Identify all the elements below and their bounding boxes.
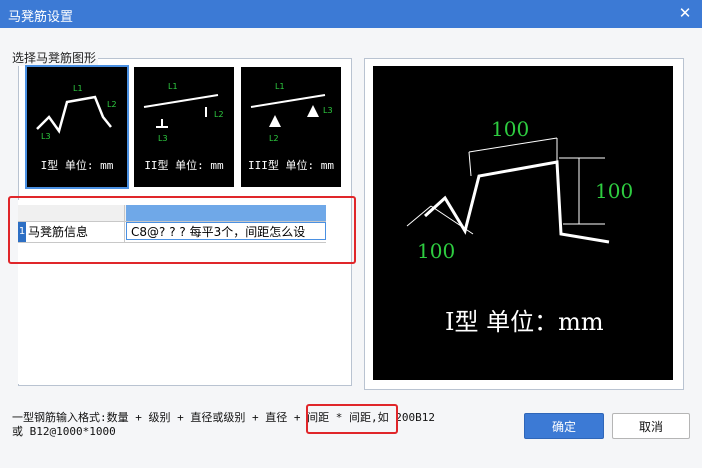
shape-thumb-type3[interactable]: L1 L3 L2 III型 单位: mm — [241, 67, 341, 187]
shape-type1-label: I型 单位: mm — [40, 159, 114, 172]
ok-button[interactable]: 确定 — [524, 413, 604, 439]
rebar-info-input[interactable]: C8@? ? ? 每平3个，间距怎么设 — [126, 222, 326, 240]
info-grid: 1 马凳筋信息 C8@? ? ? 每平3个，间距怎么设 — [18, 200, 350, 384]
preview-canvas: 100 100 100 I型 单位：mm — [373, 66, 673, 380]
close-icon[interactable]: ✕ — [676, 4, 694, 22]
dim-label-l3: L3 — [158, 134, 168, 143]
shape-thumb-type1[interactable]: L1 L2 L3 I型 单位: mm — [25, 65, 129, 189]
shape-thumb-type2[interactable]: L1 L2 L3 II型 单位: mm — [134, 67, 234, 187]
dim-label-l1: L1 — [275, 82, 285, 91]
dim-label-l2: L2 — [214, 110, 224, 119]
preview-dim-top: 100 — [491, 117, 529, 141]
hint-line-2: 或 B12@1000*1000 — [12, 425, 116, 438]
cancel-button[interactable]: 取消 — [612, 413, 690, 439]
dim-label-l3: L3 — [323, 106, 333, 115]
dim-label-l3: L3 — [41, 132, 51, 141]
preview-diagram: 100 100 100 I型 单位：mm — [406, 117, 633, 336]
preview-label: I型 单位：mm — [445, 308, 604, 336]
hint-line-1: 一型钢筋输入格式:数量 + 级别 + 直径或级别 + 直径 + 间距 * 间距,… — [12, 411, 435, 424]
dim-label-l1: L1 — [73, 84, 83, 93]
table-row: 1 马凳筋信息 C8@? ? ? 每平3个，间距怎么设 — [18, 222, 326, 243]
row-name-cell: 马凳筋信息 — [28, 222, 125, 242]
input-format-hint: 一型钢筋输入格式:数量 + 级别 + 直径或级别 + 直径 + 间距 * 间距,… — [12, 411, 482, 439]
shape-type3-label: III型 单位: mm — [248, 159, 334, 172]
grid-header-value-column — [126, 205, 326, 221]
dim-label-l2: L2 — [107, 100, 117, 109]
dim-label-l2: L2 — [269, 134, 279, 143]
shape-group-label: 选择马凳筋图形 — [12, 49, 99, 66]
preview-dim-right: 100 — [595, 179, 633, 203]
title-bar: 马凳筋设置 ✕ — [0, 0, 702, 28]
row-number: 1 — [18, 222, 26, 242]
preview-dim-left: 100 — [417, 239, 455, 263]
dim-label-l1: L1 — [168, 82, 178, 91]
shape-type2-label: II型 单位: mm — [144, 159, 224, 172]
window-title: 马凳筋设置 — [8, 10, 74, 25]
